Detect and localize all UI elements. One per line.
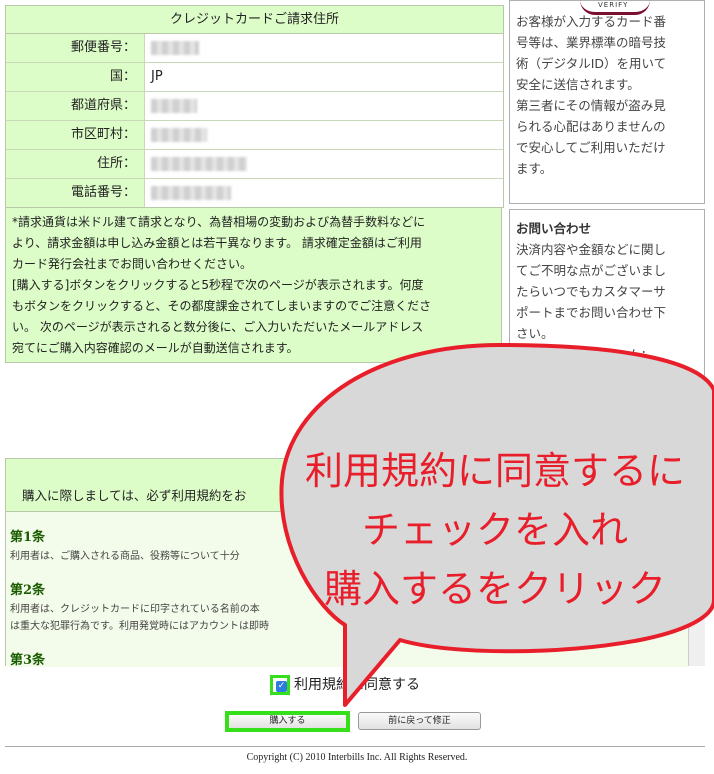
row-country: 国： JP <box>6 63 503 92</box>
callout-line: 利用規約に同意するに <box>304 449 685 493</box>
article-title: 第3条 <box>10 653 46 667</box>
value-country: JP <box>151 69 163 84</box>
value-postal-code <box>151 34 199 62</box>
security-line: られる心配はありませんの <box>516 119 666 134</box>
copyright: Copyright (C) 2010 Interbills Inc. All R… <box>246 752 468 763</box>
label-postal-code: 郵便番号： <box>6 34 145 62</box>
security-info-box: お客様が入力するカード番 号等は、業界標準の暗号技 術（デジタルID）を用いて … <box>509 0 705 204</box>
row-postal-code: 郵便番号： <box>6 34 503 63</box>
back-edit-button[interactable]: 前に戻って修正 <box>358 712 481 730</box>
callout-line: 購入するをクリック <box>323 567 666 611</box>
notice-line: もボタンをクリックすると、その都度課金されてしまいますのでご注意くださ <box>12 299 432 313</box>
notice-line: *請求通貨は米ドル建て請求となり、為替相場の変動および為替手数料などに <box>12 215 426 229</box>
billing-address-title: クレジットカードご請求住所 <box>6 6 503 34</box>
label-prefecture: 都道府県： <box>6 92 145 120</box>
verify-seal-text: VERIFY <box>598 1 629 9</box>
checkmark-icon: ✓ <box>276 681 287 692</box>
agree-label[interactable]: 利用規約に同意する <box>294 674 420 696</box>
label-city: 市区町村： <box>6 121 145 149</box>
label-address: 住所： <box>6 150 145 178</box>
row-address: 住所： <box>6 150 503 179</box>
row-prefecture: 都道府県： <box>6 92 503 121</box>
security-line: で安心してご利用いただけ <box>516 140 666 155</box>
contact-box: お問い合わせ 決済内容や金額などに関し てご不明な点がございまし たらいつでもカ… <box>509 209 705 429</box>
notice-line: [購入する]ボタンをクリックすると5秒程で次のページが表示されます。何度 <box>12 278 424 292</box>
footer-divider <box>5 746 705 747</box>
billing-address-table: クレジットカードご請求住所 郵便番号： 国： JP 都道府県： 市区町村： 住所… <box>5 5 504 208</box>
contact-line: 決済内容や金額などに関し <box>516 242 667 257</box>
label-country: 国： <box>6 63 145 91</box>
terms-heading: 購入に際しましては、必ず利用規約をお <box>22 488 247 503</box>
notice-line: より、請求金額は申し込み金額とは若干異なります。 請求確定金額はご利用 <box>12 236 422 250</box>
value-prefecture <box>151 92 197 120</box>
billing-notice: *請求通貨は米ドル建て請求となり、為替相場の変動および為替手数料などに より、請… <box>5 207 502 363</box>
security-line: 第三者にその情報が盗み見 <box>516 98 666 113</box>
row-phone: 電話番号： <box>6 179 503 207</box>
callout-line: チェックを入れ <box>361 508 628 552</box>
value-phone <box>151 179 231 207</box>
purchase-button[interactable]: 購入する <box>225 711 350 732</box>
contact-line: たらいつでもカスタマーサ <box>516 284 666 299</box>
notice-line: 宛てにご購入内容確認のメールが自動送信されます。 <box>12 341 299 355</box>
row-city: 市区町村： <box>6 121 503 150</box>
security-line: 号等は、業界標準の暗号技 <box>516 35 667 50</box>
notice-line: カード発行会社までお問い合わせください。 <box>12 257 253 271</box>
label-phone: 電話番号： <box>6 179 145 207</box>
notice-line: い。 次のページが表示されると数分後に、ご入力いただいたメールアドレス <box>12 320 424 334</box>
contact-line: お問い合わせフォーム： <box>516 347 654 362</box>
contact-line: てご不明な点がございまし <box>516 263 667 278</box>
security-line: 安全に送信されます。 <box>516 77 640 92</box>
security-line: ます。 <box>516 161 553 176</box>
agree-checkbox[interactable]: ✓ <box>270 675 290 695</box>
contact-title: お問い合わせ <box>516 221 592 236</box>
article-text: は重大な犯罪行為です。利用発覚時にはアカウントは即時 <box>10 621 269 632</box>
value-city <box>151 121 207 149</box>
contact-form-link[interactable]: カード決済 <box>635 368 698 383</box>
value-address <box>151 150 247 178</box>
contact-line: さい。 <box>516 326 554 341</box>
security-line: 術（デジタルID）を用いて <box>516 56 667 71</box>
contact-line: ポートまでお問い合わせ下 <box>516 305 667 320</box>
